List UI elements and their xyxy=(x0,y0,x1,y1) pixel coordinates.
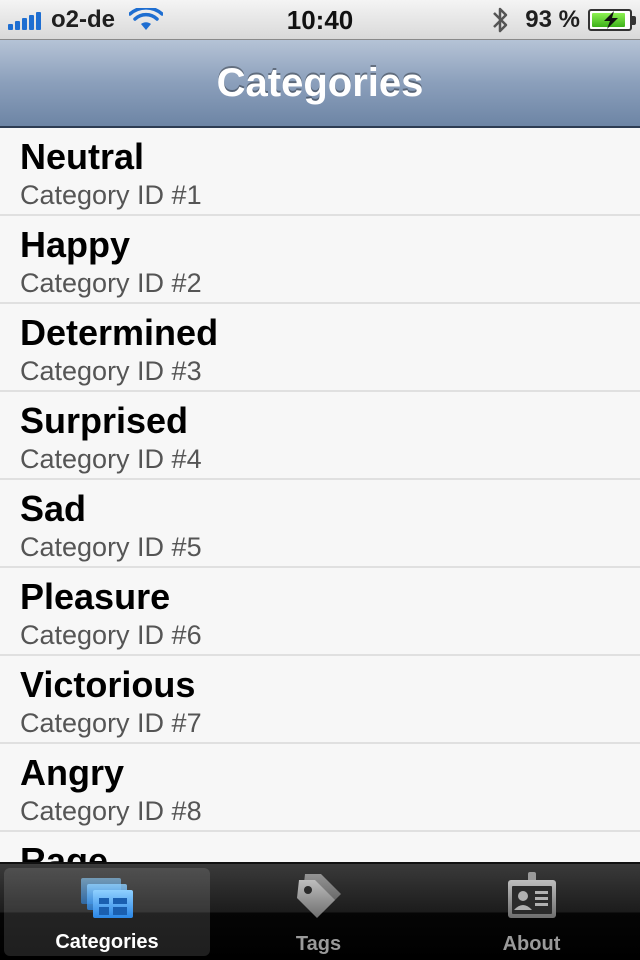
tab-label: About xyxy=(502,933,561,955)
list-item[interactable]: Angry Category ID #8 xyxy=(0,744,640,832)
list-item-subtitle: Category ID #8 xyxy=(20,796,202,826)
list-item-subtitle: Category ID #6 xyxy=(20,620,202,650)
bluetooth-icon xyxy=(493,7,508,33)
tab-label: Tags xyxy=(295,933,342,955)
status-right: 93 % xyxy=(489,0,636,40)
tab-tags[interactable]: Tags xyxy=(212,864,425,960)
list-item-title: Sad xyxy=(20,488,87,529)
list-item-title: Rage xyxy=(20,840,109,862)
tab-label: Categories xyxy=(55,931,159,953)
list-item[interactable]: Happy Category ID #2 xyxy=(0,216,640,304)
list-item[interactable]: Surprised Category ID #4 xyxy=(0,392,640,480)
tab-bar: Categories Tags About xyxy=(0,862,640,960)
list-item-title: Angry xyxy=(20,752,125,793)
id-card-icon xyxy=(507,872,556,918)
navigation-bar: Categories xyxy=(0,40,640,128)
list-item-subtitle: Category ID #1 xyxy=(20,180,202,210)
list-item[interactable]: Victorious Category ID #7 xyxy=(0,656,640,744)
page-title: Categories xyxy=(216,61,424,105)
list-item-subtitle: Category ID #5 xyxy=(20,532,202,562)
category-list[interactable]: Neutral Category ID #1 Happy Category ID… xyxy=(0,128,640,862)
list-item-title: Pleasure xyxy=(20,576,171,617)
list-item-subtitle: Category ID #2 xyxy=(20,268,202,298)
list-item-title: Surprised xyxy=(20,400,189,441)
charging-bolt-icon xyxy=(604,11,618,29)
list-item[interactable]: Determined Category ID #3 xyxy=(0,304,640,392)
list-item-subtitle: Category ID #4 xyxy=(20,444,202,474)
tab-about[interactable]: About xyxy=(425,864,638,960)
list-item-subtitle: Category ID #3 xyxy=(20,356,202,386)
list-item-title: Neutral xyxy=(20,136,145,177)
list-item[interactable]: Sad Category ID #5 xyxy=(0,480,640,568)
battery-percent: 93 % xyxy=(525,6,580,33)
list-item-subtitle: Category ID #7 xyxy=(20,708,202,738)
tab-categories[interactable]: Categories xyxy=(4,868,210,956)
list-item[interactable]: Pleasure Category ID #6 xyxy=(0,568,640,656)
tag-icon xyxy=(296,874,341,918)
categories-icon xyxy=(81,878,133,918)
status-bar: o2-de 10:40 93 % xyxy=(0,0,640,40)
battery-icon xyxy=(588,9,636,31)
list-item-title: Happy xyxy=(20,224,131,265)
list-item-title: Victorious xyxy=(20,664,196,705)
list-item-title: Determined xyxy=(20,312,219,353)
list-item[interactable]: Neutral Category ID #1 xyxy=(0,128,640,216)
list-item[interactable]: Rage xyxy=(0,832,640,862)
